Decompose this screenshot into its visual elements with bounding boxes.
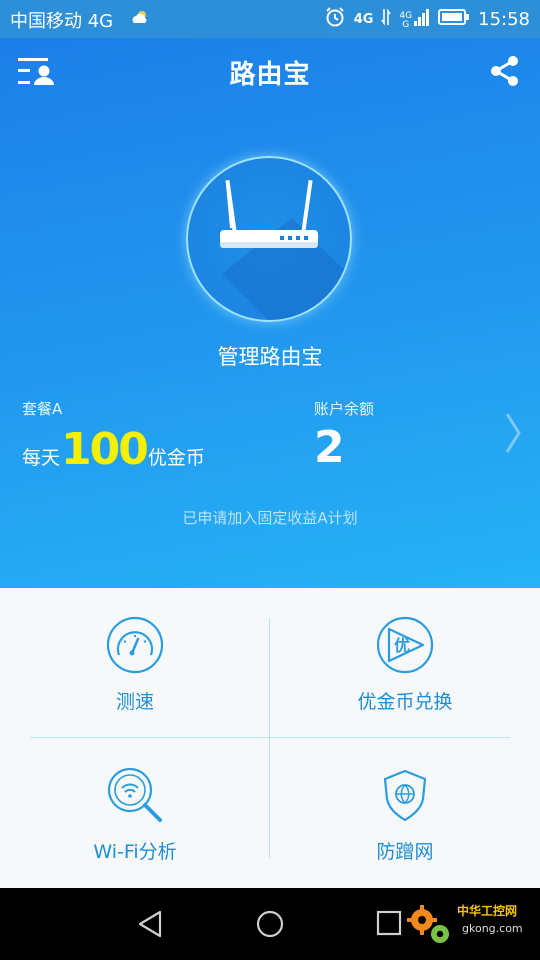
- balance-value: 2: [314, 422, 345, 473]
- home-circle-icon: [256, 910, 284, 938]
- watermark-logo: 中华工控网 gkong.com: [402, 898, 536, 954]
- plan-amount: 100: [61, 424, 149, 475]
- recent-apps-button[interactable]: [376, 910, 402, 940]
- hero-panel: 路由宝 管理路由宝 套餐A 每天 100 优金币 账户余额 2 已申请加入固定收…: [0, 38, 540, 588]
- router-name[interactable]: 管理路由宝: [0, 341, 540, 371]
- back-button[interactable]: [136, 909, 164, 943]
- chevron-right-icon[interactable]: [503, 410, 525, 456]
- page-title: 路由宝: [229, 60, 311, 90]
- recent-square-icon: [376, 910, 402, 936]
- feature-grid: 测速 优 优金币兑换 Wi-Fi分析 防蹭网: [0, 588, 540, 888]
- weather-icon: [130, 9, 150, 29]
- watermark-url: gkong.com: [462, 922, 523, 935]
- router-manage-button[interactable]: [186, 156, 352, 322]
- share-button[interactable]: [488, 54, 522, 88]
- gear-logo-icon: [407, 905, 449, 943]
- share-icon: [491, 56, 518, 86]
- signal-block: 4G G: [399, 8, 430, 30]
- anti-leech-button[interactable]: 防蹭网: [270, 738, 540, 888]
- speed-test-label: 测速: [115, 691, 154, 713]
- coin-exchange-label: 优金币兑换: [357, 691, 453, 713]
- coin-exchange-button[interactable]: 优 优金币兑换: [270, 588, 540, 738]
- plan-suffix: 优金币: [147, 447, 205, 469]
- plan-label: 套餐A: [22, 400, 63, 418]
- network-g-small-label: G: [402, 20, 410, 30]
- wifi-search-icon: [105, 765, 165, 825]
- status-icons: 4G 4G G 15:58: [324, 6, 530, 32]
- network-4g-label: 4G: [353, 11, 374, 27]
- enrolled-note: 已申请加入固定收益A计划: [182, 509, 358, 527]
- home-button[interactable]: [256, 909, 284, 943]
- wifi-analysis-button[interactable]: Wi-Fi分析: [0, 738, 270, 888]
- svg-text:优: 优: [394, 636, 410, 655]
- clock-time: 15:58: [478, 8, 530, 30]
- plan-prefix: 每天: [22, 447, 61, 469]
- plan-reward: 每天 100 优金币: [22, 424, 205, 475]
- anti-leech-label: 防蹭网: [376, 841, 434, 863]
- router-icon: [220, 179, 350, 320]
- back-triangle-icon: [138, 910, 162, 938]
- alarm-icon: [324, 6, 346, 32]
- speed-test-button[interactable]: 测速: [0, 588, 270, 738]
- signal-strength-icon: [414, 8, 430, 30]
- balance-label: 账户余额: [314, 400, 375, 418]
- status-bar: 中国移动 4G 4G 4G G 15:58: [0, 0, 540, 38]
- data-arrows-icon: [381, 7, 392, 31]
- speedometer-icon: [105, 615, 165, 675]
- watermark-text: 中华工控网: [457, 904, 518, 918]
- coin-exchange-icon: 优: [375, 615, 435, 675]
- wifi-analysis-label: Wi-Fi分析: [93, 841, 177, 863]
- navigation-bar: 中华工控网 gkong.com: [0, 888, 540, 960]
- battery-icon: [438, 8, 470, 30]
- shield-globe-icon: [375, 765, 435, 825]
- carrier-text: 中国移动 4G: [10, 11, 114, 32]
